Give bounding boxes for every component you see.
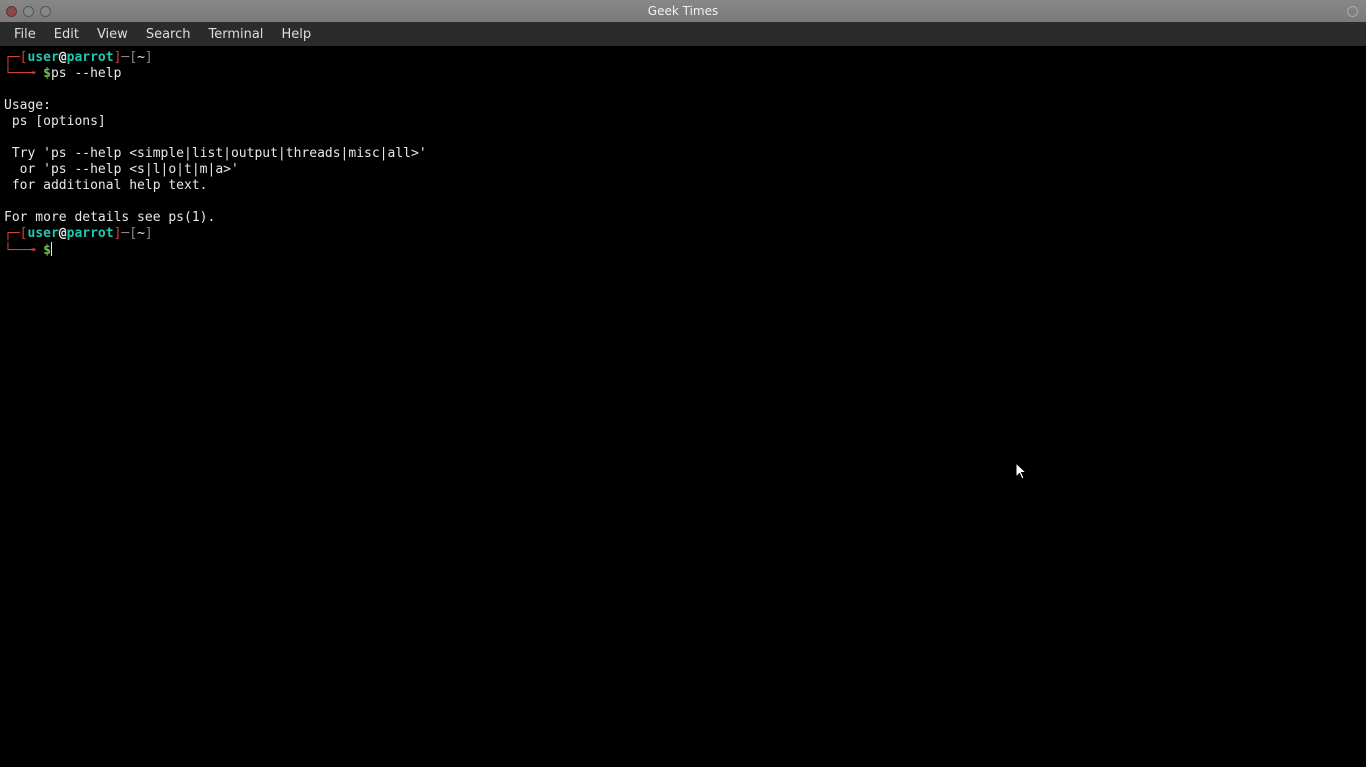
- output-line: Usage:: [4, 98, 51, 113]
- text-cursor: [51, 242, 52, 256]
- prompt-path-close: ]: [145, 226, 153, 241]
- output-line: Try 'ps --help <simple|list|output|threa…: [4, 146, 427, 161]
- menu-search[interactable]: Search: [138, 25, 199, 44]
- prompt-at: @: [59, 226, 67, 241]
- prompt-path-close: ]: [145, 50, 153, 65]
- prompt-user: user: [27, 226, 58, 241]
- mouse-cursor-icon: [1015, 462, 1029, 482]
- prompt-lower: └──╼: [4, 243, 43, 258]
- close-icon[interactable]: [6, 6, 17, 17]
- window-buttons: [6, 6, 51, 17]
- prompt-at: @: [59, 50, 67, 65]
- window-right-button[interactable]: [1347, 6, 1358, 17]
- prompt-host: parrot: [67, 50, 114, 65]
- prompt-user: user: [27, 50, 58, 65]
- terminal-output[interactable]: ┌─[user@parrot]─[~] └──╼ $ps --help Usag…: [0, 46, 1366, 767]
- menubar: File Edit View Search Terminal Help: [0, 22, 1366, 46]
- prompt-dollar: $: [43, 66, 51, 81]
- prompt-path: ~: [137, 50, 145, 65]
- window-titlebar: Geek Times: [0, 0, 1366, 22]
- prompt-bracket-open: ┌─[: [4, 50, 27, 65]
- maximize-icon[interactable]: [40, 6, 51, 17]
- output-line: For more details see ps(1).: [4, 210, 215, 225]
- output-line: ps [options]: [4, 114, 106, 129]
- command-1: ps --help: [51, 66, 121, 81]
- menu-help[interactable]: Help: [273, 25, 319, 44]
- prompt-path: ~: [137, 226, 145, 241]
- output-line: or 'ps --help <s|l|o|t|m|a>': [4, 162, 239, 177]
- output-line: for additional help text.: [4, 178, 208, 193]
- prompt-host: parrot: [67, 226, 114, 241]
- prompt-bracket-open: ┌─[: [4, 226, 27, 241]
- window-title: Geek Times: [648, 4, 718, 18]
- prompt-path-open: [: [129, 50, 137, 65]
- prompt-path-open: [: [129, 226, 137, 241]
- menu-terminal[interactable]: Terminal: [200, 25, 271, 44]
- menu-file[interactable]: File: [6, 25, 44, 44]
- prompt-lower: └──╼: [4, 66, 43, 81]
- menu-edit[interactable]: Edit: [46, 25, 87, 44]
- prompt-dollar: $: [43, 243, 51, 258]
- minimize-icon[interactable]: [23, 6, 34, 17]
- menu-view[interactable]: View: [89, 25, 136, 44]
